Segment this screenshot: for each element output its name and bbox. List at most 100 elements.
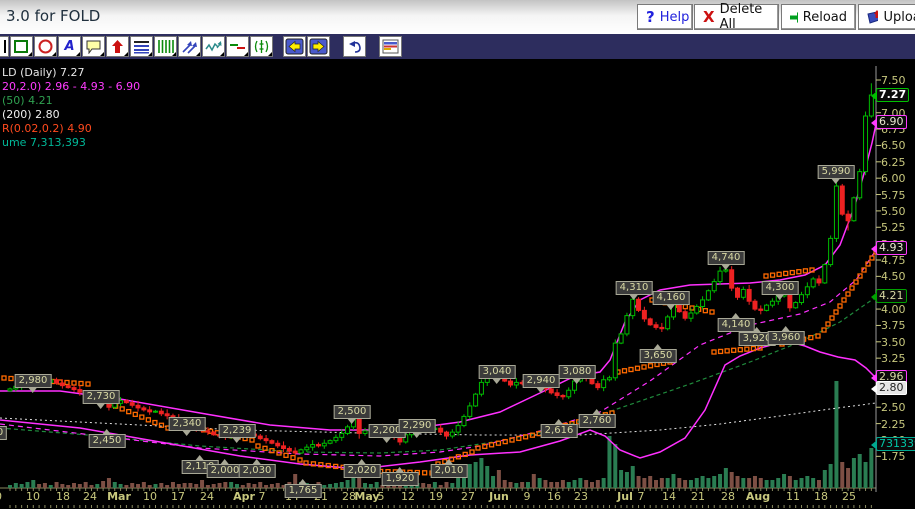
undo-button[interactable] [343,36,366,57]
y-axis-label: 4.75 [881,254,906,267]
y-axis-label: 3.25 [881,352,906,365]
x-axis-month-label: Apr [233,490,255,503]
upload-button[interactable]: Upload [858,4,915,30]
x-axis-label: 17 [171,490,185,503]
x-axis-month-label: Mar [107,490,131,503]
price-flag[interactable]: 2,340 [169,417,206,436]
flag-pointer-down-icon [573,379,581,384]
price-flag[interactable]: 3,960 [768,326,805,345]
x-axis-label: 10 [143,490,157,503]
x-axis-label: 10 [0,490,2,503]
price-flag[interactable]: 2,760 [579,409,616,428]
support-resistance-tool-button[interactable] [226,36,249,57]
delete-all-button-label: Delete All [720,2,770,32]
title-bar: 3.0 for FOLD ? Help X Delete All Reload … [0,0,915,34]
reload-button[interactable]: Reload [781,4,856,30]
zigzag-tool-button[interactable] [202,36,225,57]
y-axis-label: 3.50 [881,336,906,349]
levels-button[interactable] [379,36,402,57]
y-axis-label: 7.50 [881,74,906,87]
dropdown-mark-icon [100,52,104,56]
ellipse-tool-button[interactable] [34,36,57,57]
y-axis-label: 6.25 [881,156,906,169]
legend-line: (200) 2.80 [2,108,140,122]
price-flag[interactable]: 0 [0,426,7,440]
pan-right-button[interactable] [307,36,330,57]
price-flag[interactable]: 2,616 [541,419,578,438]
price-flag[interactable]: 3,040 [479,365,516,384]
price-flag[interactable]: 2,980 [15,374,52,393]
yellow-left-arrow-icon [285,38,304,55]
price-flag-label: 1,765 [285,484,322,498]
x-axis-label: 24 [83,490,97,503]
price-flag[interactable]: 4,310 [616,281,653,300]
flag-pointer-down-icon [413,433,421,438]
price-flag[interactable]: 2,030 [239,459,276,478]
axis-badge: 7313393 [876,437,915,451]
price-flag[interactable]: 2,450 [89,429,126,448]
upload-icon [867,10,878,24]
price-flag[interactable]: 3,650 [640,344,677,363]
flag-pointer-down-icon [348,419,356,424]
badge-pointer-icon [871,119,876,127]
badge-pointer-icon [871,293,876,301]
axis-badge: 7.27 [876,88,909,102]
green-arrow-right-icon [790,12,798,23]
note-tool-button[interactable] [82,36,105,57]
horizontal-lines-tool-button[interactable] [130,36,153,57]
price-flag-label: 2,616 [541,424,578,438]
price-flag[interactable]: 2,020 [344,459,381,478]
price-flag-label: 2,030 [239,464,276,478]
axis-badge: 2.80 [876,381,907,395]
price-flag[interactable]: 2,239 [219,424,256,443]
price-flag[interactable]: 2,500 [334,405,371,424]
window-title: 3.0 for FOLD [6,7,100,25]
pan-left-button[interactable] [283,36,306,57]
price-flag[interactable]: 1,920 [382,467,419,486]
price-flag[interactable]: 4,300 [762,281,799,300]
price-flag[interactable]: 3,080 [559,365,596,384]
price-flag-label: 5,990 [818,165,855,179]
y-axis-label: 5.25 [881,221,906,234]
arrow-marker-tool-button[interactable] [106,36,129,57]
ma200-line [0,403,876,435]
badge-pointer-icon [871,385,876,393]
vertical-line-tool-button[interactable] [0,36,9,57]
x-axis-month-label: Aug [746,490,770,503]
help-button[interactable]: ? Help [637,4,693,30]
price-flag-label: 3,960 [768,331,805,345]
x-axis-label: 18 [56,490,70,503]
price-flag[interactable]: 1,765 [285,479,322,498]
x-axis-label: 14 [662,490,676,503]
x-axis-label: 24 [200,490,214,503]
text-a-icon: A [64,39,74,54]
price-flag[interactable]: 5,990 [818,165,855,184]
x-axis-label: 28 [721,490,735,503]
delete-all-button[interactable]: X Delete All [694,4,779,30]
price-flag[interactable]: 2,010 [431,459,468,478]
y-axis-label: 5.50 [881,205,906,218]
price-flag[interactable]: 2,290 [399,419,436,438]
x-axis-label: 12 [401,490,415,503]
price-flag[interactable]: 4,740 [708,251,745,270]
rectangle-tool-button[interactable] [10,36,33,57]
x-axis-label: 7 [638,490,645,503]
legend-line: (50) 4.21 [2,94,140,108]
trend-line-tool-button[interactable] [178,36,201,57]
dropdown-mark-icon [268,52,272,56]
vertical-lines-tool-button[interactable] [154,36,177,57]
price-flag[interactable]: 4,160 [653,291,690,310]
question-icon: ? [646,8,655,26]
chart-area[interactable]: LD (Daily) 7.2720,2.0) 2.96 - 4.93 - 6.9… [0,62,915,509]
text-tool-button[interactable]: A [58,36,81,57]
price-flag[interactable]: 2,730 [83,390,120,409]
flag-pointer-down-icon [183,431,191,436]
axis-badge: 6.90 [876,115,907,129]
price-flag[interactable]: 2,940 [523,374,560,393]
fibonacci-tool-button[interactable] [250,36,273,57]
price-flag-label: 4,300 [762,281,799,295]
price-flag-label: 2,500 [334,405,371,419]
price-flag-label: 2,239 [219,424,256,438]
price-flag-label: 2,290 [399,419,436,433]
x-axis-label: 27 [461,490,475,503]
